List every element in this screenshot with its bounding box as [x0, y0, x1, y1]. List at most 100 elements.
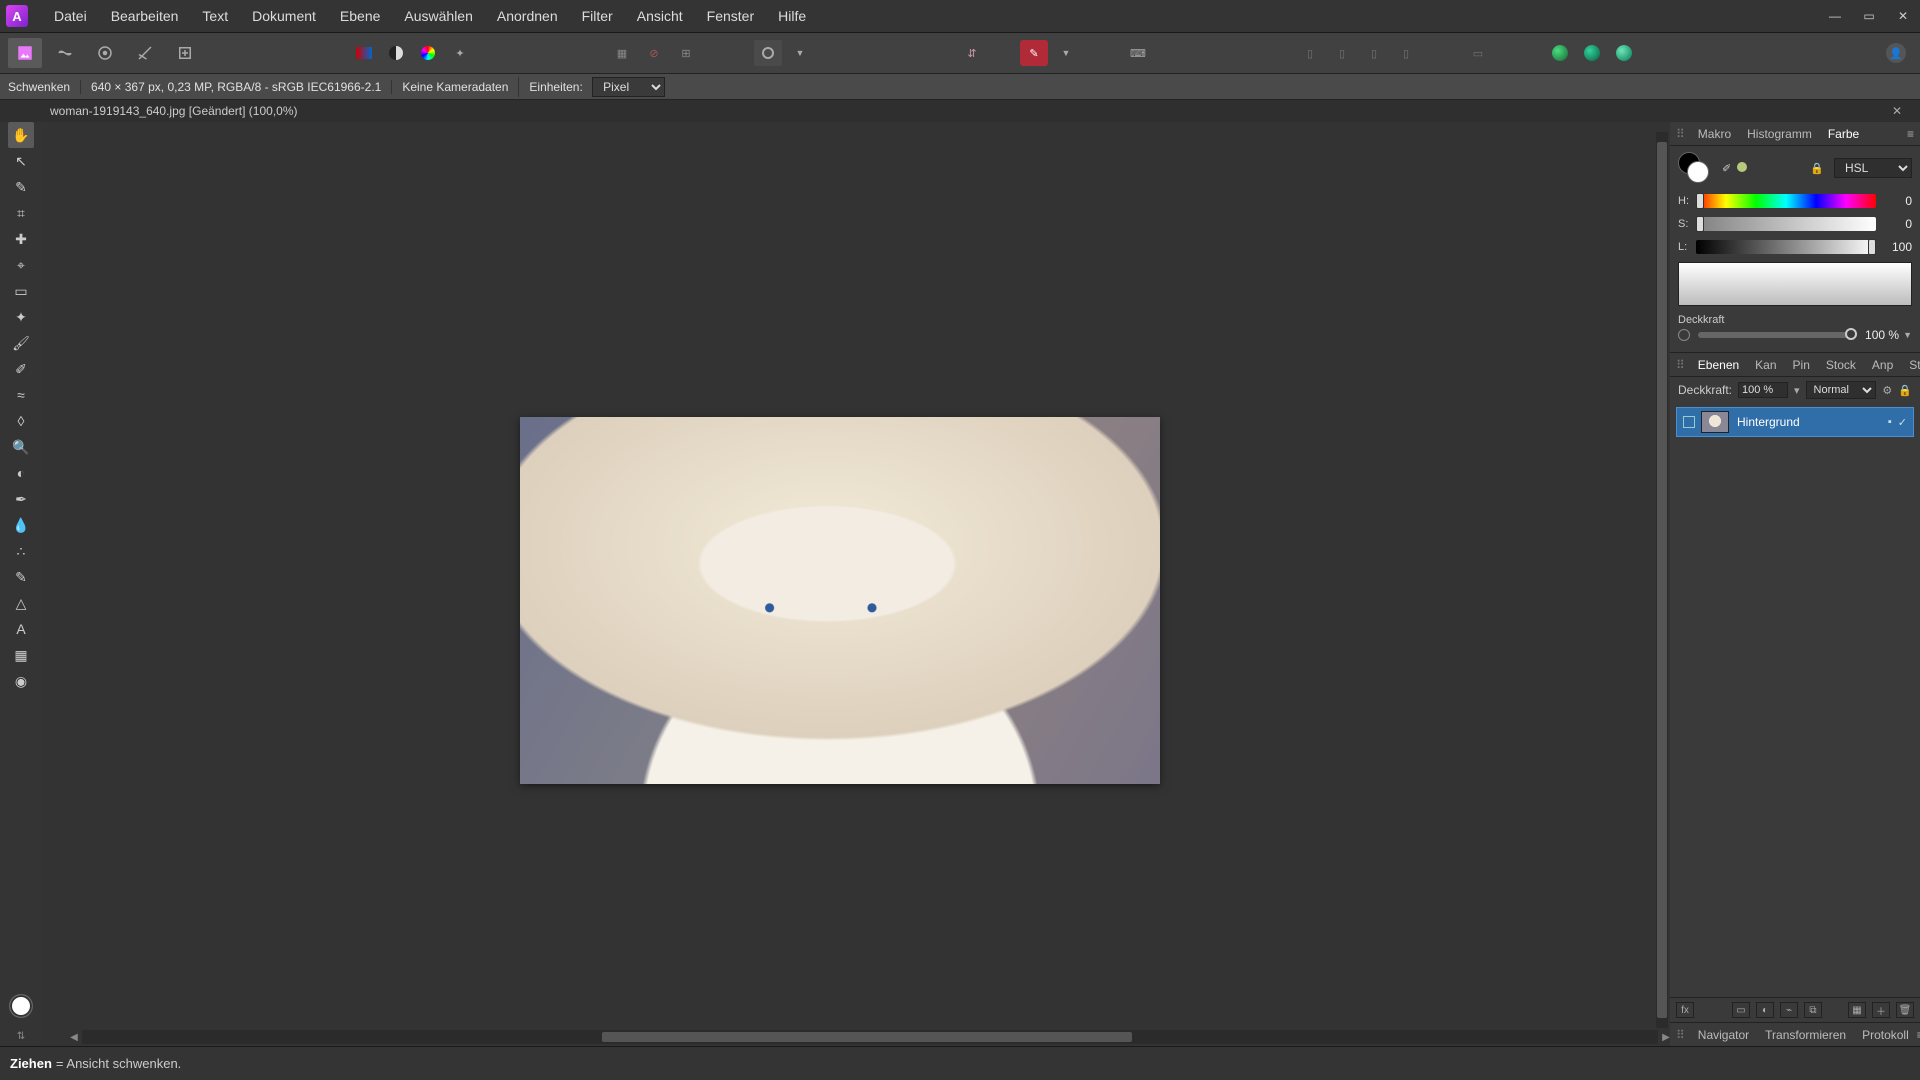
foreground-color-swatch[interactable] — [10, 995, 32, 1017]
auto-colors-icon[interactable] — [414, 40, 442, 66]
move-tool[interactable]: ↖ — [8, 148, 34, 174]
selection-off-icon[interactable]: ⊘ — [640, 40, 668, 66]
swap-colors-icon[interactable]: ⇅ — [17, 1031, 25, 1042]
opacity-none-icon[interactable] — [1678, 329, 1690, 341]
toggle-ui-icon[interactable]: ⌨ — [1124, 40, 1152, 66]
export-persona-button[interactable] — [168, 38, 202, 68]
document-tab-close-icon[interactable]: ✕ — [1886, 104, 1908, 118]
menu-hilfe[interactable]: Hilfe — [766, 0, 818, 33]
tab-stock[interactable]: Stock — [1818, 358, 1864, 372]
blend-mode-select[interactable]: Normal — [1806, 381, 1877, 399]
vertical-scroll-thumb[interactable] — [1657, 142, 1667, 1018]
account-2-icon[interactable] — [1578, 40, 1606, 66]
menu-text[interactable]: Text — [190, 0, 240, 33]
user-account-icon[interactable]: 👤 — [1882, 40, 1910, 66]
canvas-area[interactable]: ◀ ▶ — [42, 122, 1670, 1046]
clone-tool[interactable]: ⌖ — [8, 252, 34, 278]
quickmask-dd-icon[interactable]: ▼ — [786, 40, 814, 66]
hue-slider[interactable] — [1696, 194, 1876, 208]
units-select[interactable]: Pixel — [592, 77, 665, 97]
panel-grip-icon[interactable]: ⠿ — [1676, 127, 1684, 141]
tab-makro[interactable]: Makro — [1690, 127, 1739, 141]
menu-ebene[interactable]: Ebene — [328, 0, 392, 33]
mesh-tool[interactable]: ▦ — [8, 642, 34, 668]
color-wells[interactable] — [1678, 152, 1714, 184]
tab-navigator[interactable]: Navigator — [1690, 1028, 1757, 1042]
account-3-icon[interactable] — [1610, 40, 1638, 66]
vertical-scrollbar[interactable] — [1656, 132, 1668, 1028]
brush-tool[interactable]: ✎ — [8, 174, 34, 200]
menu-auswaehlen[interactable]: Auswählen — [392, 0, 485, 33]
paint-brush-tool[interactable]: 🖌 — [8, 330, 34, 356]
adjustment-layer-icon[interactable]: ◐ — [1756, 1002, 1774, 1018]
show-grid-icon[interactable]: ▦ — [608, 40, 636, 66]
eyedropper-icon[interactable]: ✐ — [1722, 162, 1731, 175]
arrange-icon[interactable]: ⇵ — [958, 40, 986, 66]
pencil-tool[interactable]: ✐ — [8, 356, 34, 382]
lum-slider[interactable] — [1696, 240, 1876, 254]
group-layer-icon[interactable]: ⧉ — [1804, 1002, 1822, 1018]
layer-settings-icon[interactable]: ⚙ — [1882, 384, 1892, 397]
panel-grip-icon-2[interactable]: ⠿ — [1676, 358, 1684, 372]
layer-effects-icon[interactable]: fx — [1676, 1002, 1694, 1018]
layer-lock-icon[interactable]: 🔒 — [1898, 384, 1912, 397]
sat-slider[interactable] — [1696, 217, 1876, 231]
align-c-icon[interactable]: ▯ — [1328, 40, 1356, 66]
hue-value[interactable]: 0 — [1882, 194, 1912, 208]
text-tool[interactable]: A — [8, 616, 34, 642]
tab-ebenen[interactable]: Ebenen — [1690, 358, 1747, 372]
sponge-tool[interactable]: ∴ — [8, 538, 34, 564]
lock-color-icon[interactable]: 🔒 — [1810, 162, 1824, 175]
panel-grip-icon-3[interactable]: ⠿ — [1676, 1028, 1684, 1042]
tab-transformieren[interactable]: Transformieren — [1757, 1028, 1854, 1042]
menu-anordnen[interactable]: Anordnen — [485, 0, 570, 33]
heal-tool[interactable]: ✚ — [8, 226, 34, 252]
menu-dokument[interactable]: Dokument — [240, 0, 328, 33]
zoom-tool[interactable]: 🔍 — [8, 434, 34, 460]
hand-tool[interactable]: ✋ — [8, 122, 34, 148]
layer-linked-icon[interactable]: ▪ — [1888, 416, 1892, 429]
opacity-value[interactable]: 100 % — [1865, 328, 1899, 342]
tone-map-persona-button[interactable] — [128, 38, 162, 68]
assistant-dd-icon[interactable]: ▼ — [1052, 40, 1080, 66]
flood-select-tool[interactable]: ✦ — [8, 304, 34, 330]
horizontal-scrollbar[interactable]: ◀ ▶ — [82, 1030, 1658, 1044]
tab-kan[interactable]: Kan — [1747, 358, 1784, 372]
color-replace-tool[interactable]: ≈ — [8, 382, 34, 408]
menu-bearbeiten[interactable]: Bearbeiten — [99, 0, 191, 33]
sat-value[interactable]: 0 — [1882, 217, 1912, 231]
pen-tool[interactable]: ✒ — [8, 486, 34, 512]
live-filter-icon[interactable]: ⌁ — [1780, 1002, 1798, 1018]
maximize-button[interactable]: ▭ — [1852, 0, 1886, 33]
menu-filter[interactable]: Filter — [570, 0, 625, 33]
mask-layer-icon[interactable]: ▭ — [1732, 1002, 1750, 1018]
tab-protokoll[interactable]: Protokoll — [1854, 1028, 1917, 1042]
picker-tool[interactable]: ◉ — [8, 668, 34, 694]
layer-opacity-input[interactable] — [1738, 382, 1788, 398]
panel-menu-icon[interactable]: ≡ — [1907, 127, 1914, 141]
document-image[interactable] — [520, 417, 1160, 784]
quickmask-icon[interactable] — [754, 40, 782, 66]
layer-visibility-checkbox[interactable] — [1683, 416, 1695, 428]
layer-thumbnail[interactable] — [1701, 411, 1729, 433]
eraser-tool[interactable]: ◊ — [8, 408, 34, 434]
minimize-button[interactable]: — — [1818, 0, 1852, 33]
photo-persona-button[interactable] — [8, 38, 42, 68]
opacity-slider[interactable] — [1698, 332, 1857, 338]
scroll-left-icon[interactable]: ◀ — [68, 1031, 80, 1043]
tab-stile[interactable]: Stile — [1901, 358, 1920, 372]
lum-value[interactable]: 100 — [1882, 240, 1912, 254]
tab-farbe[interactable]: Farbe — [1820, 127, 1867, 141]
color-model-select[interactable]: HSL — [1834, 158, 1912, 178]
sample-dot-icon[interactable] — [1737, 162, 1747, 172]
marquee-tool[interactable]: ▭ — [8, 278, 34, 304]
align-dd-icon[interactable]: ▯ — [1392, 40, 1420, 66]
align-l-icon[interactable]: ▯ — [1296, 40, 1324, 66]
tab-anp[interactable]: Anp — [1864, 358, 1901, 372]
layer-item[interactable]: Hintergrund ▪ ✓ — [1676, 407, 1914, 437]
tab-pin[interactable]: Pin — [1785, 358, 1818, 372]
horizontal-scroll-thumb[interactable] — [602, 1032, 1132, 1042]
assistant-icon[interactable]: ✎ — [1020, 40, 1048, 66]
document-tab[interactable]: woman-1919143_640.jpg [Geändert] (100,0%… — [50, 104, 298, 118]
crop-tool[interactable]: ⌗ — [8, 200, 34, 226]
